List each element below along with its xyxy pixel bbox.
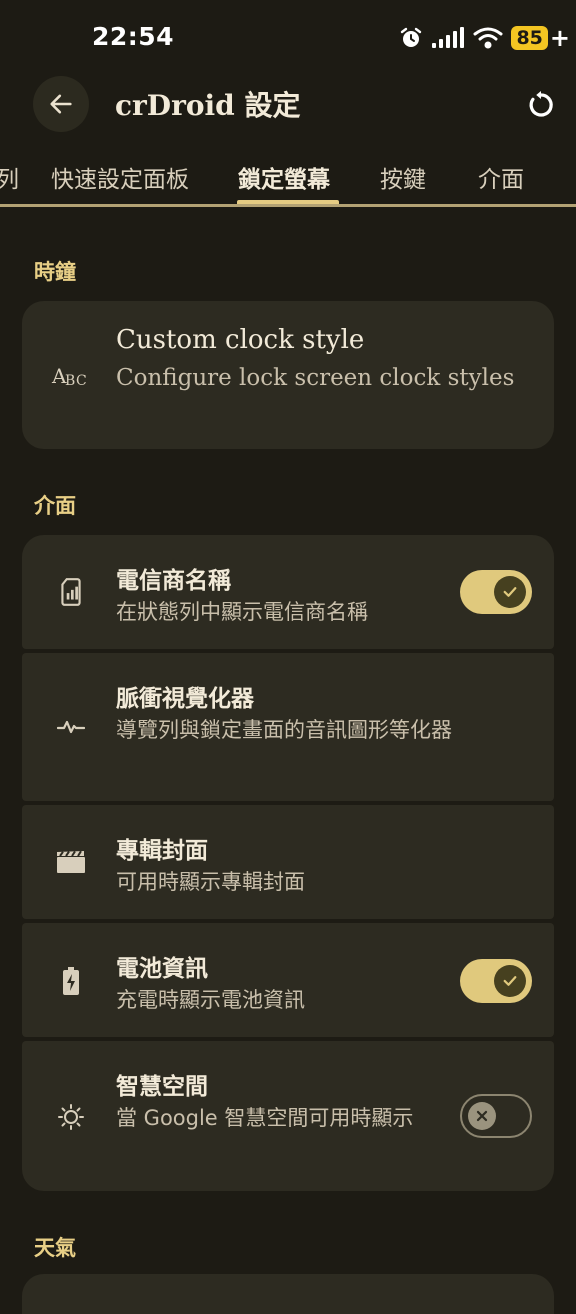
status-time: 22:54 xyxy=(92,22,175,51)
pref-album-art[interactable]: 專輯封面 可用時顯示專輯封面 xyxy=(22,805,554,919)
check-icon xyxy=(494,576,526,608)
restore-icon xyxy=(529,91,553,117)
movie-icon xyxy=(50,841,92,883)
pref-summary: 充電時顯示電池資訊 xyxy=(116,988,305,1012)
sim-card-icon xyxy=(50,571,92,613)
tab-quick-settings[interactable]: 快速設定面板 xyxy=(51,160,189,194)
close-icon xyxy=(468,1102,496,1130)
tab-bar: 列 快速設定面板 鎖定螢幕 按鍵 介面 xyxy=(0,150,576,208)
tab-status-bar[interactable]: 列 xyxy=(0,160,19,194)
pref-title: 智慧空間 xyxy=(116,1074,208,1100)
pref-title: Custom clock style xyxy=(116,325,365,355)
pref-summary: 當 Google 智慧空間可用時顯示 xyxy=(116,1106,414,1130)
signal-icon xyxy=(432,27,465,48)
pref-weather[interactable] xyxy=(22,1274,554,1314)
tab-divider xyxy=(0,204,576,207)
pref-summary: Configure lock screen clock styles xyxy=(116,365,515,391)
pref-pulse-visualizer[interactable]: 脈衝視覺化器 導覽列與鎖定畫面的音訊圖形等化器 xyxy=(22,653,554,801)
carrier-name-switch[interactable] xyxy=(460,570,532,614)
clock-style-icon: A B C xyxy=(50,355,92,397)
tab-interface[interactable]: 介面 xyxy=(478,160,524,194)
svg-text:C: C xyxy=(76,373,87,389)
check-icon xyxy=(494,965,526,997)
arrow-back-icon xyxy=(50,94,72,114)
pulse-icon xyxy=(50,706,92,748)
battery-info-switch[interactable] xyxy=(460,959,532,1003)
tab-lock-screen[interactable]: 鎖定螢幕 xyxy=(238,160,330,194)
section-title-weather: 天氣 xyxy=(34,1236,76,1260)
pref-summary: 在狀態列中顯示電信商名稱 xyxy=(116,600,368,624)
tab-buttons[interactable]: 按鍵 xyxy=(380,160,426,194)
pref-title: 電信商名稱 xyxy=(116,568,231,594)
battery-charging-icon xyxy=(50,960,92,1002)
battery-level: 85 xyxy=(511,26,548,50)
wifi-icon xyxy=(473,27,503,49)
charging-indicator: + xyxy=(549,24,570,52)
back-button[interactable] xyxy=(33,76,89,132)
pref-summary: 導覽列與鎖定畫面的音訊圖形等化器 xyxy=(116,718,452,742)
pref-title: 電池資訊 xyxy=(116,956,208,982)
pref-battery-info[interactable]: 電池資訊 充電時顯示電池資訊 xyxy=(22,923,554,1037)
app-title: crDroid 設定 xyxy=(115,89,301,122)
svg-text:B: B xyxy=(65,373,75,389)
reset-button[interactable] xyxy=(520,84,562,126)
pref-title: 專輯封面 xyxy=(116,838,208,864)
smartspace-switch[interactable] xyxy=(460,1094,532,1138)
pref-custom-clock-style[interactable]: A B C Custom clock style Configure lock … xyxy=(22,301,554,449)
section-title-interface: 介面 xyxy=(34,494,76,518)
section-title-clock: 時鐘 xyxy=(34,260,76,284)
alarm-icon xyxy=(401,27,422,47)
pref-summary: 可用時顯示專輯封面 xyxy=(116,870,305,894)
pref-carrier-name[interactable]: 電信商名稱 在狀態列中顯示電信商名稱 xyxy=(22,535,554,649)
pref-smartspace[interactable]: 智慧空間 當 Google 智慧空間可用時顯示 xyxy=(22,1041,554,1191)
pref-title: 脈衝視覺化器 xyxy=(116,686,254,712)
brightness-icon xyxy=(50,1096,92,1138)
status-icons: 85 + xyxy=(399,24,570,52)
battery-indicator: 85 + xyxy=(511,26,570,50)
